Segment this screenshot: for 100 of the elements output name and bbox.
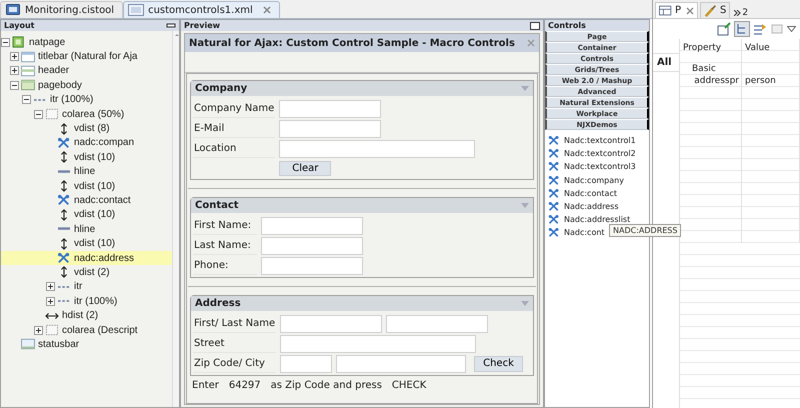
filter-icon[interactable]: [753, 22, 767, 36]
tree-item[interactable]: hdist (2): [1, 308, 172, 323]
field-label: First/ Last Name: [193, 314, 276, 333]
collapse-icon[interactable]: [1, 38, 10, 47]
close-icon[interactable]: [686, 6, 694, 14]
view-tab[interactable]: S: [700, 2, 730, 18]
close-icon[interactable]: [527, 39, 535, 47]
collapse-icon[interactable]: [22, 95, 31, 104]
dashed-box-icon: [45, 324, 59, 336]
panel-title: Layout: [4, 21, 34, 30]
expand-icon[interactable]: [34, 326, 43, 334]
check-button[interactable]: Check: [474, 356, 523, 372]
all-tab[interactable]: All: [653, 53, 679, 72]
palette-item[interactable]: Nadc:address: [545, 200, 649, 214]
palette-item[interactable]: Nadc:company: [545, 174, 649, 187]
column-header: Value: [742, 39, 800, 57]
panel-icon: [21, 79, 35, 92]
tree-item[interactable]: vdist (10): [1, 208, 172, 222]
page-icon: [12, 36, 26, 48]
tree-item[interactable]: titlebar (Natural for Aja: [1, 49, 172, 64]
palette-item[interactable]: Nadc:textcontrol1: [545, 134, 649, 148]
input-field[interactable]: [280, 334, 476, 352]
tree-item[interactable]: vdist (2): [1, 265, 172, 280]
tools-icon: [548, 188, 560, 199]
input-field[interactable]: [336, 354, 466, 372]
close-icon[interactable]: [262, 6, 271, 14]
monitor-icon: [5, 3, 21, 17]
document-icon: [128, 3, 144, 17]
view-menu-icon[interactable]: [787, 26, 796, 32]
tools-icon: [57, 252, 71, 264]
tree-item[interactable]: itr: [1, 280, 172, 294]
tree-item[interactable]: statusbar: [1, 337, 172, 352]
maximize-icon[interactable]: [530, 22, 540, 30]
hint-text: 64297: [228, 380, 261, 391]
tree-item[interactable]: colarea (50%): [1, 106, 172, 122]
field-label: Street: [193, 334, 276, 353]
editor-tab[interactable]: customcontrols1.xml: [123, 1, 280, 18]
tree-item[interactable]: hline: [1, 164, 172, 179]
palette-item[interactable]: Nadc:addresslist: [545, 213, 649, 226]
chevron-icon: [734, 10, 742, 16]
collapse-icon[interactable]: [10, 80, 19, 90]
tree-item[interactable]: nadc:compan: [1, 136, 172, 150]
section-title: Address: [195, 298, 241, 309]
property-name: addresspr: [680, 75, 742, 87]
expand-icon[interactable]: [46, 282, 55, 292]
palette-item[interactable]: Nadc:textcontrol2: [545, 147, 649, 160]
tree-item[interactable]: pagebody: [1, 78, 172, 93]
window-icon: [21, 50, 35, 63]
statusbar-icon: [21, 338, 35, 350]
view-tab[interactable]: P: [655, 2, 698, 18]
palette-item[interactable]: Nadc:contact: [545, 186, 649, 200]
tree-item[interactable]: hline: [1, 222, 172, 236]
tree-item[interactable]: nadc:address: [1, 250, 172, 266]
tree-item[interactable]: vdist (10): [1, 236, 172, 251]
tools-icon: [548, 227, 560, 238]
tools-icon: [548, 135, 560, 146]
tree-item[interactable]: vdist (10): [1, 150, 172, 165]
tree-item[interactable]: itr (100%): [1, 92, 172, 107]
tree-item[interactable]: header: [1, 64, 172, 78]
input-field[interactable]: [280, 314, 382, 332]
expand-icon[interactable]: [10, 66, 19, 76]
field-label: Last Name:: [193, 236, 257, 255]
input-field[interactable]: [261, 256, 363, 274]
tree-item[interactable]: colarea (Descript: [1, 322, 172, 338]
tree-view-icon[interactable]: [734, 21, 750, 37]
tools-icon: [57, 136, 71, 149]
tree-item[interactable]: natpage: [1, 35, 172, 50]
more-views-button[interactable]: 2: [732, 8, 750, 18]
tree-item[interactable]: vdist (10): [1, 178, 172, 194]
input-field[interactable]: [279, 100, 382, 118]
panel-icon: [21, 64, 35, 77]
table-icon: [659, 4, 673, 18]
panel-title: Controls: [548, 21, 586, 30]
input-field[interactable]: [386, 314, 488, 332]
field-label: Company Name: [193, 99, 276, 118]
section-title: Contact: [195, 200, 239, 211]
window-title: Natural for Ajax: Custom Control Sample - Macro Controls: [189, 38, 515, 48]
tree-item[interactable]: vdist (8): [1, 121, 172, 136]
input-field[interactable]: [261, 236, 363, 254]
panel-title: Preview: [184, 21, 220, 30]
collapse-icon[interactable]: [34, 110, 43, 119]
field-label: Zip Code/ City: [193, 354, 276, 373]
dashed-box-icon: [45, 108, 59, 120]
input-field[interactable]: [261, 216, 363, 234]
tree-item[interactable]: itr (100%): [1, 294, 172, 308]
property-category: Basic: [680, 63, 742, 75]
input-field[interactable]: [279, 120, 382, 138]
field-label: E-Mail: [193, 119, 276, 138]
expand-icon[interactable]: [46, 296, 55, 306]
pin-icon[interactable]: [717, 22, 731, 36]
minimize-icon[interactable]: [166, 22, 176, 30]
tree-item[interactable]: nadc:contact: [1, 193, 172, 208]
clear-button[interactable]: Clear: [279, 160, 332, 176]
tools-icon: [548, 214, 560, 226]
editor-tab[interactable]: Monitoring.cistool: [0, 1, 124, 18]
expand-icon[interactable]: [10, 52, 19, 62]
palette-item[interactable]: Nadc:textcontrol3: [545, 160, 649, 174]
tools-icon: [548, 161, 560, 172]
input-field[interactable]: [280, 354, 332, 372]
input-field[interactable]: [279, 140, 476, 158]
